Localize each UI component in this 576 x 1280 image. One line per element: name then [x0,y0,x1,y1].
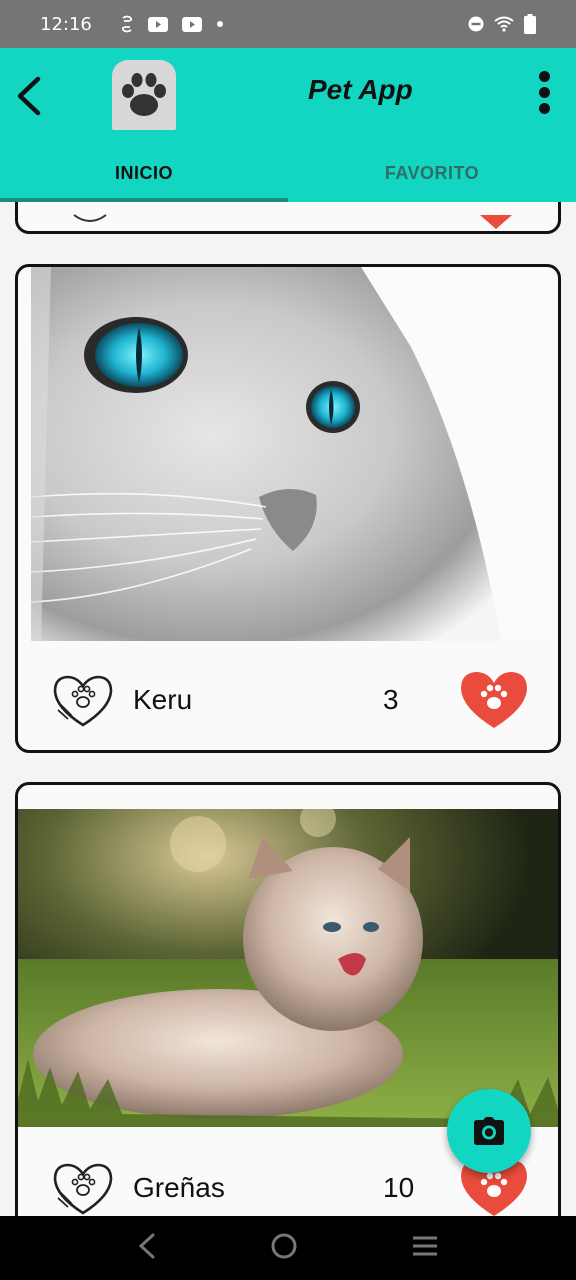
pet-photo[interactable] [31,267,547,641]
nav-home-button[interactable] [270,1232,298,1265]
paw-heart-outline-icon [53,1163,113,1215]
sync-icon [120,15,134,33]
battery-icon [524,14,536,34]
pet-name: Greñas [133,1172,225,1203]
pet-name: Keru [133,684,193,715]
nav-menu-icon [413,1236,438,1255]
camera-fab-button[interactable] [447,1089,531,1173]
notification-dot-icon [216,20,224,28]
toolbar: Pet App [0,48,576,144]
camera-icon [474,1117,504,1145]
more-options-button[interactable] [534,68,554,116]
system-nav-bar [0,1216,576,1280]
pet-card-footer: Keru 3 [18,644,558,750]
paw-heart-outline-icon-partial [73,214,107,222]
kitten-image [18,809,558,1127]
status-time: 12:16 [40,13,92,35]
status-bar: 12:16 [0,0,576,48]
like-count: 10 [383,1172,415,1203]
pet-photo[interactable] [18,809,558,1127]
like-icon-partial [480,215,512,229]
white-cat-image [31,267,547,641]
nav-home-icon [271,1233,297,1258]
nav-back-icon [138,1233,155,1258]
nav-back-button[interactable] [137,1233,157,1264]
pet-list[interactable]: Keru 3 Greñas 10 [0,202,576,1216]
more-vert-icon [538,70,550,82]
like-count: 3 [383,684,399,715]
youtube-icon-2 [181,16,202,32]
tab-favorito[interactable]: FAVORITO [288,144,576,202]
youtube-icon [147,16,168,32]
pet-card[interactable]: Keru 3 [15,264,561,753]
paw-heart-outline-icon [53,675,113,727]
nav-recents-button[interactable] [411,1235,439,1262]
dnd-icon [468,16,484,32]
pet-card-previous[interactable] [15,202,561,234]
tab-bar: INICIO FAVORITO [0,144,576,202]
app-bar: Pet App INICIO FAVORITO [0,48,576,202]
like-button[interactable] [460,670,528,730]
wifi-icon [494,16,514,32]
tab-inicio[interactable]: INICIO [0,144,288,202]
app-title: Pet App [308,74,413,105]
